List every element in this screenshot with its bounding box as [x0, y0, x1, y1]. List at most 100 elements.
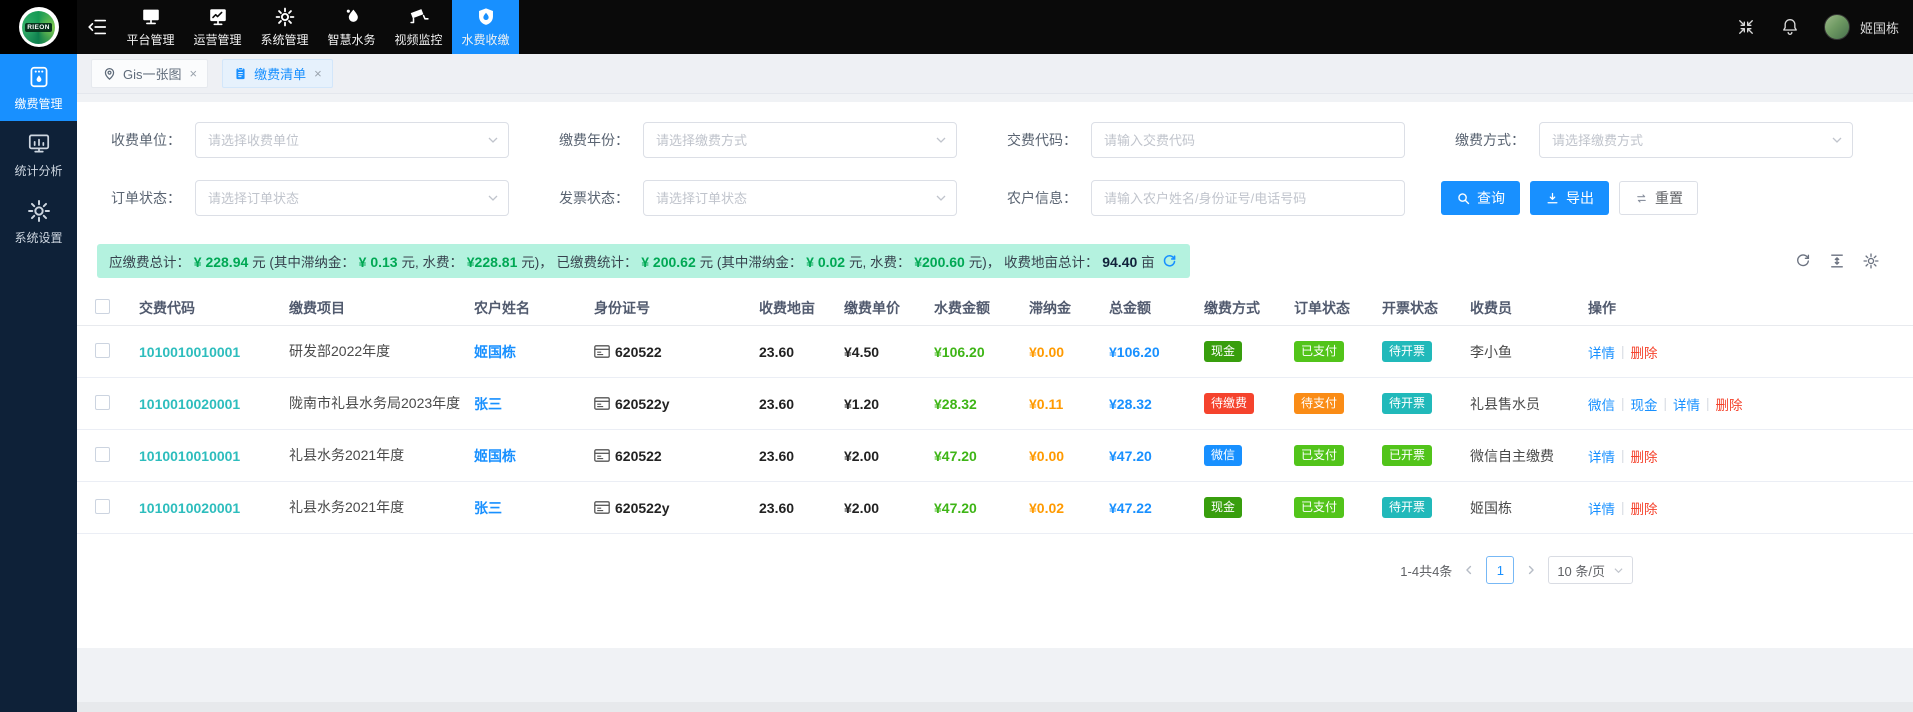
- sidebar-item-payment-mgmt[interactable]: 缴费管理: [0, 54, 77, 121]
- pay-method-select[interactable]: [1539, 122, 1853, 158]
- payment-year-select[interactable]: [643, 122, 957, 158]
- cell-collector: 姬国栋: [1470, 498, 1588, 518]
- cell-id-card: 620522y: [594, 500, 759, 516]
- row-checkbox[interactable]: [95, 343, 110, 358]
- prev-page-icon[interactable]: [1462, 563, 1476, 577]
- row-checkbox[interactable]: [95, 395, 110, 410]
- field-label: 订单状态：: [97, 188, 181, 208]
- select-all-checkbox[interactable]: [95, 299, 110, 314]
- sidebar-item-settings[interactable]: 系统设置: [0, 188, 77, 255]
- download-icon: [1545, 191, 1560, 206]
- page-size-select[interactable]: 10 条/页: [1548, 556, 1633, 584]
- cell-id-card: 620522: [594, 448, 759, 464]
- nav-item-operations[interactable]: 运营管理: [184, 0, 251, 54]
- action-link[interactable]: 详情: [1588, 342, 1615, 362]
- tab-payment-list[interactable]: 缴费清单 ×: [222, 59, 333, 88]
- cell-farmer-name-link[interactable]: 姬国栋: [474, 342, 594, 362]
- nav-label: 视频监控: [394, 31, 442, 48]
- cell-pay-code[interactable]: 1010010010001: [139, 448, 289, 464]
- order-status-badge: 已支付: [1294, 341, 1344, 361]
- map-pin-icon: [102, 66, 117, 81]
- action-separator: |: [1621, 500, 1625, 515]
- action-link[interactable]: 详情: [1588, 498, 1615, 518]
- topbar-actions: 姬国栋: [1736, 0, 1913, 54]
- search-button[interactable]: 查询: [1441, 181, 1520, 215]
- fullscreen-icon[interactable]: [1736, 17, 1756, 37]
- cell-farmer-name-link[interactable]: 姬国栋: [474, 446, 594, 466]
- cell-late-fee: ¥0.11: [1029, 396, 1109, 412]
- filter-invoice-status: 发票状态：: [545, 180, 957, 216]
- tab-label: Gis一张图: [123, 64, 182, 83]
- action-link[interactable]: 现金: [1631, 394, 1658, 414]
- action-separator: |: [1706, 396, 1710, 411]
- filter-pay-method: 缴费方式：: [1441, 122, 1853, 158]
- action-link[interactable]: 详情: [1588, 446, 1615, 466]
- filter-order-status: 订单状态：: [97, 180, 509, 216]
- filter-pay-code: 交费代码：: [993, 122, 1405, 158]
- action-separator: |: [1664, 396, 1668, 411]
- close-icon[interactable]: ×: [190, 67, 198, 80]
- cell-pay-code[interactable]: 1010010010001: [139, 344, 289, 360]
- refresh-icon[interactable]: [1161, 253, 1178, 270]
- action-link[interactable]: 删除: [1631, 498, 1658, 518]
- filter-payment-year: 缴费年份：: [545, 122, 957, 158]
- pay-code-input[interactable]: [1091, 122, 1405, 158]
- table-row: 1010010020001 陇南市礼县水务局2023年度 张三 620522y …: [77, 378, 1913, 430]
- username[interactable]: 姬国栋: [1860, 18, 1899, 37]
- pay-method-badge: 现金: [1204, 497, 1242, 517]
- action-link[interactable]: 详情: [1673, 394, 1700, 414]
- row-checkbox[interactable]: [95, 499, 110, 514]
- sidebar-collapse-icon[interactable]: [77, 0, 117, 54]
- close-icon[interactable]: ×: [314, 67, 322, 80]
- user-avatar[interactable]: [1824, 14, 1850, 40]
- sidebar-item-statistics[interactable]: 统计分析: [0, 121, 77, 188]
- nav-item-video[interactable]: 视频监控: [385, 0, 452, 54]
- action-link[interactable]: 微信: [1588, 394, 1615, 414]
- nav-item-smart-water[interactable]: 智慧水务: [318, 0, 385, 54]
- tab-bar: Gis一张图 × 缴费清单 ×: [77, 54, 1913, 94]
- next-page-icon[interactable]: [1524, 563, 1538, 577]
- nav-item-platform[interactable]: 平台管理: [117, 0, 184, 54]
- page-number-button[interactable]: 1: [1486, 556, 1514, 584]
- column-settings-gear-icon[interactable]: [1862, 252, 1880, 270]
- bell-icon[interactable]: [1780, 17, 1800, 37]
- app-logo: RIEON: [0, 0, 77, 54]
- col-header: 身份证号: [594, 298, 759, 318]
- tab-gis-map[interactable]: Gis一张图 ×: [91, 59, 208, 88]
- order-status-badge: 已支付: [1294, 497, 1344, 517]
- action-link[interactable]: 删除: [1631, 446, 1658, 466]
- tab-label: 缴费清单: [254, 64, 306, 83]
- row-checkbox[interactable]: [95, 447, 110, 462]
- action-separator: |: [1621, 448, 1625, 463]
- nav-item-water-fee[interactable]: 水费收缴: [452, 0, 519, 54]
- summary-part: ¥ 228.94: [194, 254, 252, 270]
- cell-water-fee: ¥47.20: [934, 500, 1029, 516]
- chevron-down-icon: [935, 193, 947, 203]
- row-density-icon[interactable]: [1828, 252, 1846, 270]
- action-link[interactable]: 删除: [1716, 394, 1743, 414]
- order-status-select[interactable]: [195, 180, 509, 216]
- reset-button[interactable]: 重置: [1619, 181, 1698, 215]
- field-label: 交费代码：: [993, 130, 1077, 150]
- field-label: 缴费年份：: [545, 130, 629, 150]
- nav-item-system[interactable]: 系统管理: [251, 0, 318, 54]
- action-separator: |: [1621, 344, 1625, 359]
- export-button[interactable]: 导出: [1530, 181, 1609, 215]
- chart-monitor-icon: [207, 6, 229, 28]
- cell-farmer-name-link[interactable]: 张三: [474, 394, 594, 414]
- refresh-icon[interactable]: [1794, 252, 1812, 270]
- charge-unit-select[interactable]: [195, 122, 509, 158]
- invoice-status-select[interactable]: [643, 180, 957, 216]
- farmer-info-input[interactable]: [1091, 180, 1405, 216]
- cell-total: ¥47.22: [1109, 500, 1204, 516]
- cell-pay-code[interactable]: 1010010020001: [139, 500, 289, 516]
- col-header: 收费地亩: [759, 298, 844, 318]
- cell-pay-code[interactable]: 1010010020001: [139, 396, 289, 412]
- table-row: 1010010010001 礼县水务2021年度 姬国栋 620522 23.6…: [77, 430, 1913, 482]
- cell-farmer-name-link[interactable]: 张三: [474, 498, 594, 518]
- cell-unit-price: ¥2.00: [844, 448, 934, 464]
- action-link[interactable]: 删除: [1631, 342, 1658, 362]
- pagination: 1-4共4条 1 10 条/页: [77, 556, 1913, 584]
- cell-actions: 详情 | 删除: [1588, 446, 1758, 466]
- summary-part: 元 (其中滞纳金：: [252, 255, 359, 270]
